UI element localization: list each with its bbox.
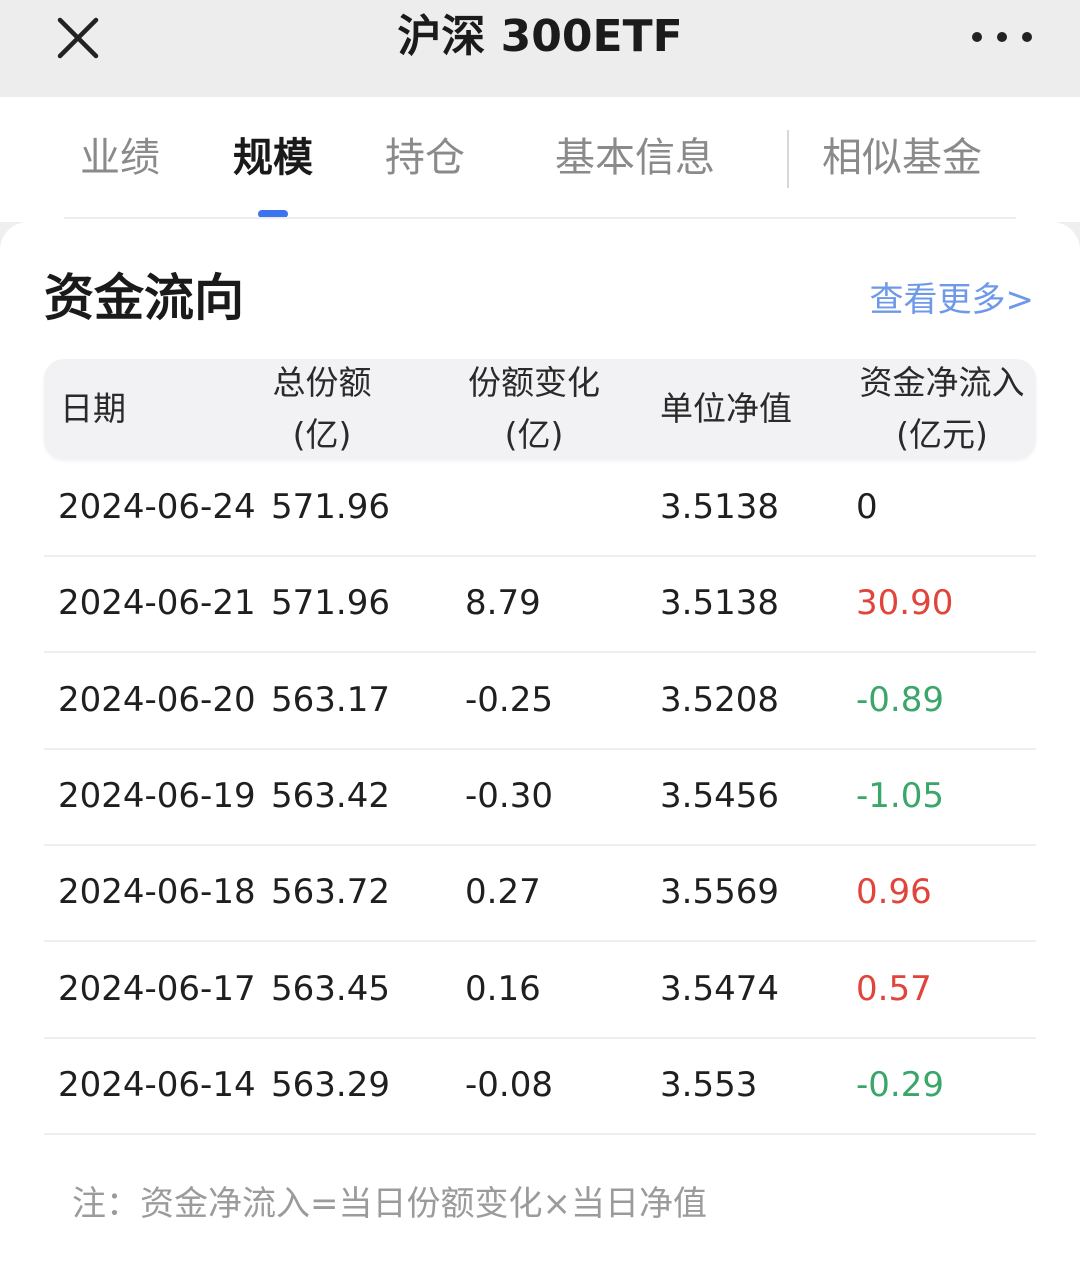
table-row: 2024-06-19 563.42 -0.30 3.5456 -1.05 [44,748,1036,846]
cell-nav: 3.5138 [660,583,779,624]
cell-share-change: 0.27 [465,872,541,913]
tab-bar: 业绩 规模 持仓 基本信息 相似基金 [0,97,1080,222]
see-more-link[interactable]: 查看更多> [870,278,1035,322]
cell-share-change: -0.25 [465,679,553,720]
cell-date: 2024-06-18 [58,872,256,913]
table-row: 2024-06-14 563.29 -0.08 3.553 -0.29 [44,1037,1036,1135]
tab-similar-funds[interactable]: 相似基金 [822,131,982,185]
cell-net-inflow: 0 [856,487,878,527]
table-row: 2024-06-18 563.72 0.27 3.5569 0.96 [44,844,1036,943]
cell-share-change: -0.30 [465,775,553,816]
cell-date: 2024-06-20 [58,679,256,720]
header-net-inflow-unit: (亿元) [896,415,988,454]
cell-share-change: -0.08 [465,1064,553,1105]
cell-net-inflow: -1.05 [856,775,944,816]
header-total-shares-unit: (亿) [292,415,352,454]
cell-date: 2024-06-17 [58,968,256,1009]
header-total-shares: 总份额 [272,363,372,402]
cell-share-change: 8.79 [465,583,541,624]
cell-net-inflow: 30.90 [856,583,954,624]
cell-total-shares: 563.29 [271,1064,390,1105]
table-row: 2024-06-24 571.96 3.5138 0 [44,459,1036,557]
cell-net-inflow: -0.89 [856,679,944,720]
cell-nav: 3.553 [660,1064,758,1105]
more-dot [997,32,1007,42]
table-row: 2024-06-20 563.17 -0.25 3.5208 -0.89 [44,652,1036,750]
tab-baseline [64,217,1016,219]
more-button[interactable] [972,22,1032,52]
more-dots-icon [972,32,982,42]
more-dot [1022,32,1032,42]
table-row: 2024-06-21 571.96 8.79 3.5138 30.90 [44,555,1036,654]
cell-nav: 3.5474 [660,968,779,1009]
table-header: 日期 总份额 (亿) 份额变化 (亿) 单位净值 资金净流入 (亿元) [44,359,1036,459]
cell-net-inflow: -0.29 [856,1064,944,1105]
cell-total-shares: 571.96 [271,583,390,624]
cell-total-shares: 563.17 [271,679,390,720]
footnote: 注：资金净流入=当日份额变化×当日净值 [72,1184,707,1224]
cell-share-change: 0.16 [465,968,541,1009]
cell-total-shares: 563.45 [271,968,390,1009]
tab-performance[interactable]: 业绩 [80,131,160,185]
cell-nav: 3.5208 [660,679,779,720]
cell-date: 2024-06-24 [58,487,256,527]
header-share-change-unit: (亿) [504,415,564,454]
header-date: 日期 [60,389,126,428]
cell-total-shares: 563.42 [271,775,390,816]
cell-date: 2024-06-19 [58,775,256,816]
cell-nav: 3.5456 [660,775,779,816]
cell-net-inflow: 0.57 [856,968,932,1009]
cell-nav: 3.5569 [660,872,779,913]
header-net-inflow: 资金净流入 [859,363,1025,402]
navigation-bar: 沪深 300ETF [0,0,1080,97]
tab-divider [787,130,789,188]
fund-flow-card: 资金流向 查看更多> 日期 总份额 (亿) 份额变化 (亿) 单位净值 资金净流… [0,222,1080,1262]
cell-date: 2024-06-21 [58,583,256,624]
page-title: 沪深 300ETF [397,11,683,62]
cell-total-shares: 563.72 [271,872,390,913]
tab-basic-info[interactable]: 基本信息 [555,131,715,185]
table-row: 2024-06-17 563.45 0.16 3.5474 0.57 [44,941,1036,1039]
header-nav: 单位净值 [660,389,792,428]
header-share-change: 份额变化 [468,363,600,402]
tab-scale[interactable]: 规模 [233,131,313,185]
cell-net-inflow: 0.96 [856,872,932,913]
tab-holdings[interactable]: 持仓 [385,131,465,185]
section-title: 资金流向 [44,269,244,327]
cell-nav: 3.5138 [660,487,779,527]
cell-date: 2024-06-14 [58,1064,256,1105]
cell-total-shares: 571.96 [271,487,390,527]
